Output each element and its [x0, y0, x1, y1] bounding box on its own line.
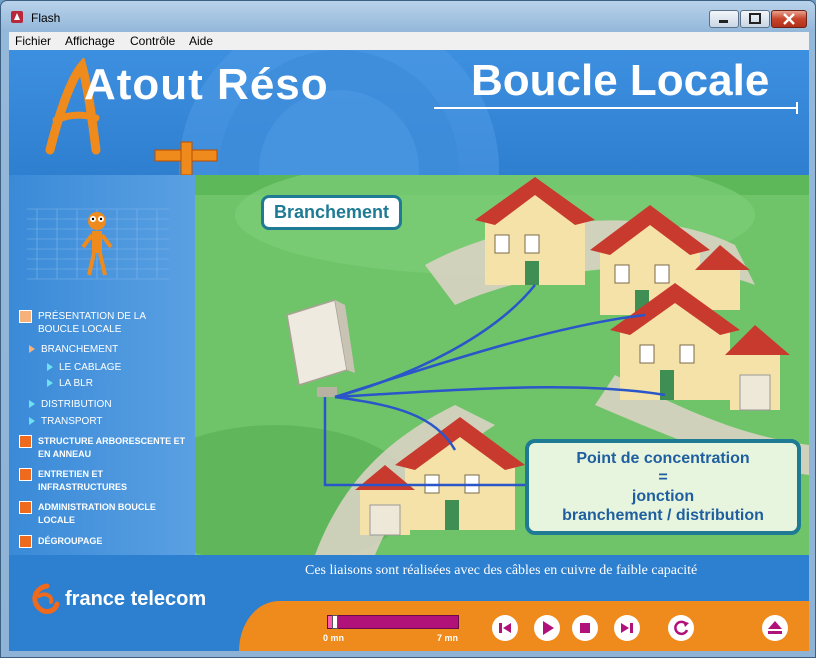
nav-branchement[interactable]: BRANCHEMENT	[29, 343, 118, 356]
forward-button[interactable]	[614, 615, 640, 641]
app-window: Flash Fichier Affichage Contrôle Aide At…	[0, 0, 816, 658]
replay-button[interactable]	[668, 615, 694, 641]
triangle-bullet-icon	[47, 363, 53, 372]
maximize-icon	[749, 13, 761, 24]
callout-box: Point de concentration = jonction branch…	[525, 439, 801, 535]
nav-structure[interactable]: STRUCTURE ARBORESCENTE ET EN ANNEAU	[19, 435, 191, 461]
nav-label: TRANSPORT	[41, 416, 103, 427]
callout-line-3: jonction	[631, 488, 695, 505]
menu-view[interactable]: Affichage	[65, 34, 115, 48]
scene-tag-branchement: Branchement	[261, 195, 403, 230]
scene-tag-label: Branchement	[274, 202, 390, 222]
callout-line-1: Point de concentration	[576, 450, 750, 467]
nav-label: STRUCTURE ARBORESCENTE ET EN ANNEAU	[38, 436, 186, 459]
close-icon	[783, 13, 795, 25]
triangle-bullet-icon	[29, 345, 35, 354]
brand-name: france telecom	[65, 588, 207, 610]
window-title: Flash	[31, 11, 61, 25]
header-banner: Atout Réso Boucle Locale	[9, 50, 809, 175]
close-button[interactable]	[771, 10, 807, 28]
menu-control[interactable]: Contrôle	[130, 34, 175, 48]
player-controls-bar	[239, 601, 809, 651]
illustration-scene: Branchement Point de concentration = jon…	[195, 175, 809, 555]
nav-administration[interactable]: ADMINISTRATION BOUCLE LOCALE	[19, 501, 191, 527]
nav-label: ADMINISTRATION BOUCLE LOCALE	[38, 502, 156, 525]
square-bullet-icon	[19, 468, 32, 481]
progress-track[interactable]	[327, 615, 459, 629]
square-bullet-icon	[19, 501, 32, 514]
stop-icon	[580, 623, 590, 633]
nav-label: BRANCHEMENT	[41, 344, 119, 355]
square-bullet-icon	[19, 435, 32, 448]
nav-label: LE CABLAGE	[59, 362, 122, 373]
title-bar: Flash	[1, 1, 815, 31]
rewind-icon	[499, 623, 511, 633]
mascot-icon	[81, 212, 113, 276]
menu-help[interactable]: Aide	[189, 34, 213, 48]
rewind-button[interactable]	[492, 615, 518, 641]
progress-thumb[interactable]	[332, 615, 338, 629]
triangle-bullet-icon	[29, 417, 35, 426]
square-bullet-icon	[19, 310, 32, 323]
nav-label: LA BLR	[59, 378, 93, 389]
nav-entretien[interactable]: ENTRETIEN ET INFRASTRUCTURES	[19, 468, 191, 494]
nav-le-cablage[interactable]: LE CABLAGE	[47, 361, 121, 374]
nav-distribution[interactable]: DISTRIBUTION	[29, 398, 112, 411]
replay-icon	[674, 620, 689, 636]
nav-label: DÉGROUPAGE	[38, 536, 103, 546]
square-bullet-icon	[19, 535, 32, 548]
flash-stage: Atout Réso Boucle Locale PRÉSENTATION DE…	[9, 50, 809, 651]
flash-app-icon	[11, 11, 23, 23]
atout-reso-logo: Atout Réso	[44, 58, 364, 158]
triangle-bullet-icon	[47, 379, 53, 388]
minimize-icon	[719, 20, 728, 23]
logo-text: Atout Réso	[84, 60, 329, 109]
eject-icon	[768, 621, 782, 634]
callout-line-2: =	[658, 469, 668, 486]
nav-la-blr[interactable]: LA BLR	[47, 377, 93, 390]
france-telecom-swirl-icon	[32, 583, 60, 614]
menu-bar: Fichier Affichage Contrôle Aide	[9, 32, 809, 50]
progress-end-label: 7 mn	[437, 633, 459, 643]
play-button[interactable]	[534, 615, 560, 641]
nav-label: DISTRIBUTION	[41, 399, 112, 410]
minimize-button[interactable]	[709, 10, 739, 28]
callout-line-4: branchement / distribution	[562, 507, 764, 524]
page-title: Boucle Locale	[471, 56, 770, 105]
progress-start-label: 0 mn	[323, 633, 345, 643]
caption-text: Ces liaisons sont réalisées avec des câb…	[305, 563, 698, 578]
nav-transport[interactable]: TRANSPORT	[29, 415, 103, 428]
eject-button[interactable]	[762, 615, 788, 641]
nav-label: ENTRETIEN ET INFRASTRUCTURES	[38, 469, 127, 492]
triangle-bullet-icon	[29, 400, 35, 409]
maximize-button[interactable]	[740, 10, 770, 28]
forward-icon	[621, 623, 633, 633]
menu-file[interactable]: Fichier	[15, 34, 51, 48]
nav-label: PRÉSENTATION DE LA BOUCLE LOCALE	[38, 311, 146, 335]
sidebar: PRÉSENTATION DE LA BOUCLE LOCALE BRANCHE…	[9, 175, 195, 555]
play-icon	[543, 621, 554, 635]
nav-presentation[interactable]: PRÉSENTATION DE LA BOUCLE LOCALE	[19, 310, 189, 336]
nav-degroupage[interactable]: DÉGROUPAGE	[19, 535, 191, 548]
stop-button[interactable]	[572, 615, 598, 641]
